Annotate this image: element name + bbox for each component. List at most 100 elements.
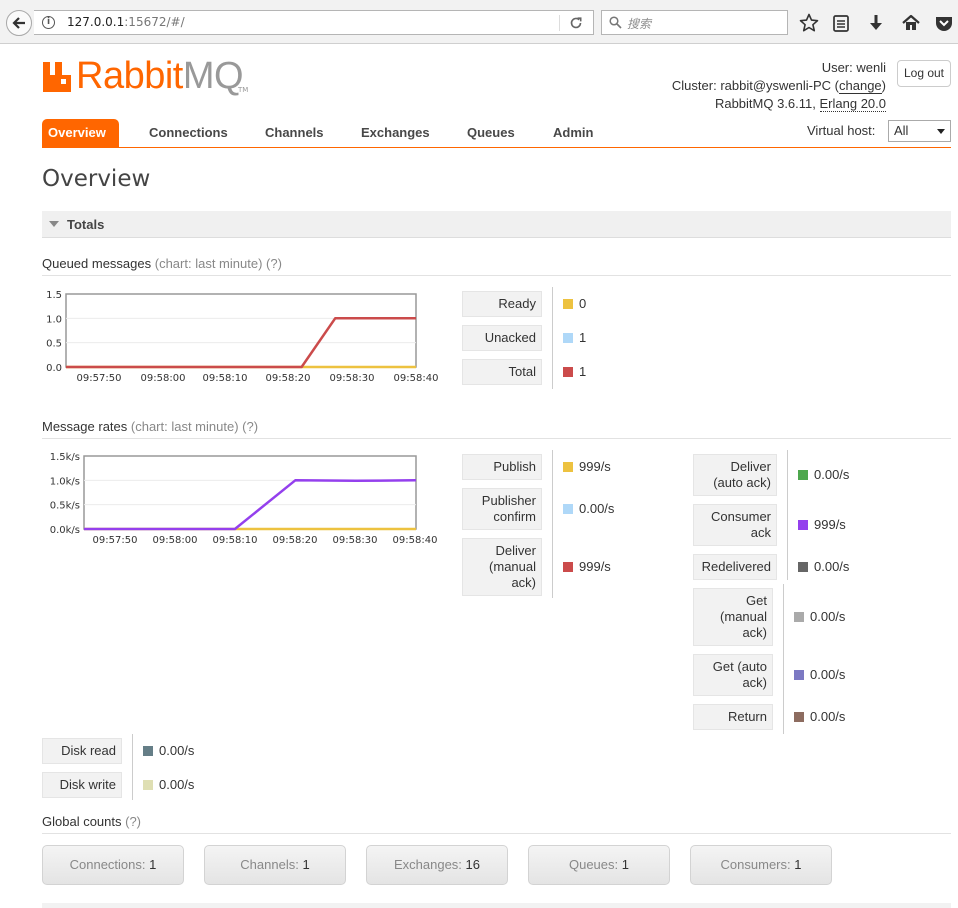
legend-consumer-ack-label: Consumer ack [693, 504, 777, 546]
color-swatch [563, 299, 573, 309]
color-swatch [563, 462, 573, 472]
tab-channels[interactable]: Channels [259, 119, 330, 147]
y-tick-label: 1.5k/s [50, 452, 80, 463]
info-icon[interactable]: i [42, 16, 55, 29]
legend-ready-value: 0 [563, 296, 586, 311]
legend-disk-write-label: Disk write [42, 772, 122, 798]
tab-queues[interactable]: Queues [461, 119, 521, 147]
color-swatch [798, 470, 808, 480]
main-nav: Overview Connections Channels Exchanges … [42, 119, 951, 148]
legend-deliver-manual-value: 999/s [563, 559, 611, 574]
legend-publish-value: 999/s [563, 459, 611, 474]
x-tick-label: 09:58:10 [213, 535, 258, 546]
legend-unacked-value: 1 [563, 330, 586, 345]
x-tick-label: 09:58:10 [203, 373, 248, 384]
legend-total-value: 1 [563, 364, 586, 379]
legend-disk-write-value: 0.00/s [143, 777, 194, 792]
erlang-version: Erlang 20.0 [819, 96, 886, 112]
cluster-name: rabbit@yswenli-PC [720, 78, 832, 93]
x-tick-label: 09:58:00 [153, 535, 198, 546]
color-swatch [798, 562, 808, 572]
browser-toolbar: i 127.0.0.1:15672/#/ 搜索 [0, 0, 958, 44]
color-swatch [798, 520, 808, 530]
legend-deliver-manual-label: Deliver (manual ack) [462, 538, 542, 596]
color-swatch [563, 333, 573, 343]
legend-get-auto-label: Get (auto ack) [693, 654, 773, 696]
x-tick-label: 09:58:30 [330, 373, 375, 384]
reload-icon[interactable] [569, 16, 583, 30]
search-icon [609, 16, 622, 29]
legend-publisher-confirm-label: Publisher confirm [462, 488, 542, 530]
change-cluster-link[interactable]: change [839, 78, 882, 94]
exchanges-count-button[interactable]: Exchanges: 16 [366, 845, 508, 885]
color-swatch [563, 367, 573, 377]
search-placeholder: 搜索 [627, 17, 652, 31]
x-tick-label: 09:57:50 [93, 535, 138, 546]
plot-area [65, 293, 417, 368]
color-swatch [794, 712, 804, 722]
tab-admin[interactable]: Admin [547, 119, 599, 147]
legend-publisher-confirm-value: 0.00/s [563, 501, 614, 516]
user-name: wenli [856, 60, 886, 75]
color-swatch [143, 746, 153, 756]
consumers-count-button[interactable]: Consumers: 1 [690, 845, 832, 885]
legend-return-value: 0.00/s [794, 709, 845, 724]
vhost-select[interactable]: All [888, 120, 951, 142]
pocket-icon[interactable] [933, 12, 955, 34]
bookmark-star-icon[interactable] [798, 12, 820, 34]
legend-deliver-auto-label: Deliver (auto ack) [693, 454, 777, 496]
back-button[interactable] [6, 10, 32, 36]
totals-section-toggle[interactable]: Totals [42, 211, 951, 238]
connections-count-button[interactable]: Connections: 1 [42, 845, 184, 885]
legend-deliver-auto-value: 0.00/s [798, 467, 849, 482]
color-swatch [563, 562, 573, 572]
queued-messages-chart: 0.0 0.5 1.0 1.5 09:57:50 09:58:00 09:58:10 09:5… [42, 288, 452, 388]
legend-redelivered-value: 0.00/s [798, 559, 849, 574]
color-swatch [794, 670, 804, 680]
y-tick-label: 1.0 [46, 314, 62, 325]
chart-range-link[interactable]: (chart: last minute) (?) [131, 419, 258, 434]
legend-get-auto-value: 0.00/s [794, 667, 845, 682]
legend-consumer-ack-value: 999/s [798, 517, 846, 532]
tab-connections[interactable]: Connections [143, 119, 234, 147]
legend-unacked-label: Unacked [462, 325, 542, 351]
global-counts-heading: Global counts (?) [42, 814, 951, 834]
page-title: Overview [42, 166, 151, 192]
color-swatch [143, 780, 153, 790]
color-swatch [794, 612, 804, 622]
legend-get-manual-label: Get (manual ack) [693, 588, 773, 646]
message-rates-heading: Message rates (chart: last minute) (?) [42, 419, 951, 439]
y-tick-label: 1.0k/s [50, 476, 80, 487]
home-icon[interactable] [900, 12, 922, 34]
reading-list-icon[interactable] [830, 12, 852, 34]
y-tick-label: 0.0 [46, 363, 62, 374]
url-text: 127.0.0.1:15672/#/ [67, 15, 185, 29]
chevron-down-icon [937, 129, 945, 134]
queued-messages-heading: Queued messages (chart: last minute) (?) [42, 256, 951, 276]
download-icon[interactable] [865, 12, 887, 34]
rabbitmq-logo-icon [43, 62, 71, 92]
login-details: User: wenli Cluster: rabbit@yswenli-PC (… [672, 59, 886, 113]
legend-return-label: Return [693, 704, 773, 730]
channels-count-button[interactable]: Channels: 1 [204, 845, 346, 885]
logout-button[interactable]: Log out [897, 60, 951, 87]
tab-overview[interactable]: Overview [42, 119, 119, 147]
legend-disk-read-value: 0.00/s [143, 743, 194, 758]
url-bar[interactable]: i 127.0.0.1:15672/#/ [34, 10, 594, 35]
browser-search-input[interactable]: 搜索 [601, 10, 788, 35]
y-tick-label: 0.5 [46, 339, 62, 350]
version-line: RabbitMQ 3.6.11, Erlang 20.0 [714, 96, 886, 112]
help-link[interactable]: (?) [125, 814, 141, 829]
collapse-triangle-icon [49, 221, 59, 227]
x-tick-label: 09:58:20 [266, 373, 311, 384]
y-tick-label: 1.5 [46, 290, 62, 301]
x-tick-label: 09:58:40 [393, 535, 438, 546]
cluster-line: Cluster: rabbit@yswenli-PC (change) [671, 78, 886, 94]
x-tick-label: 09:58:00 [141, 373, 186, 384]
legend-get-manual-value: 0.00/s [794, 609, 845, 624]
rabbitmq-logo[interactable]: RabbitMQ TM [42, 55, 252, 98]
tab-exchanges[interactable]: Exchanges [355, 119, 436, 147]
chart-range-link[interactable]: (chart: last minute) (?) [155, 256, 282, 271]
y-tick-label: 0.5k/s [50, 501, 80, 512]
queues-count-button[interactable]: Queues: 1 [528, 845, 670, 885]
